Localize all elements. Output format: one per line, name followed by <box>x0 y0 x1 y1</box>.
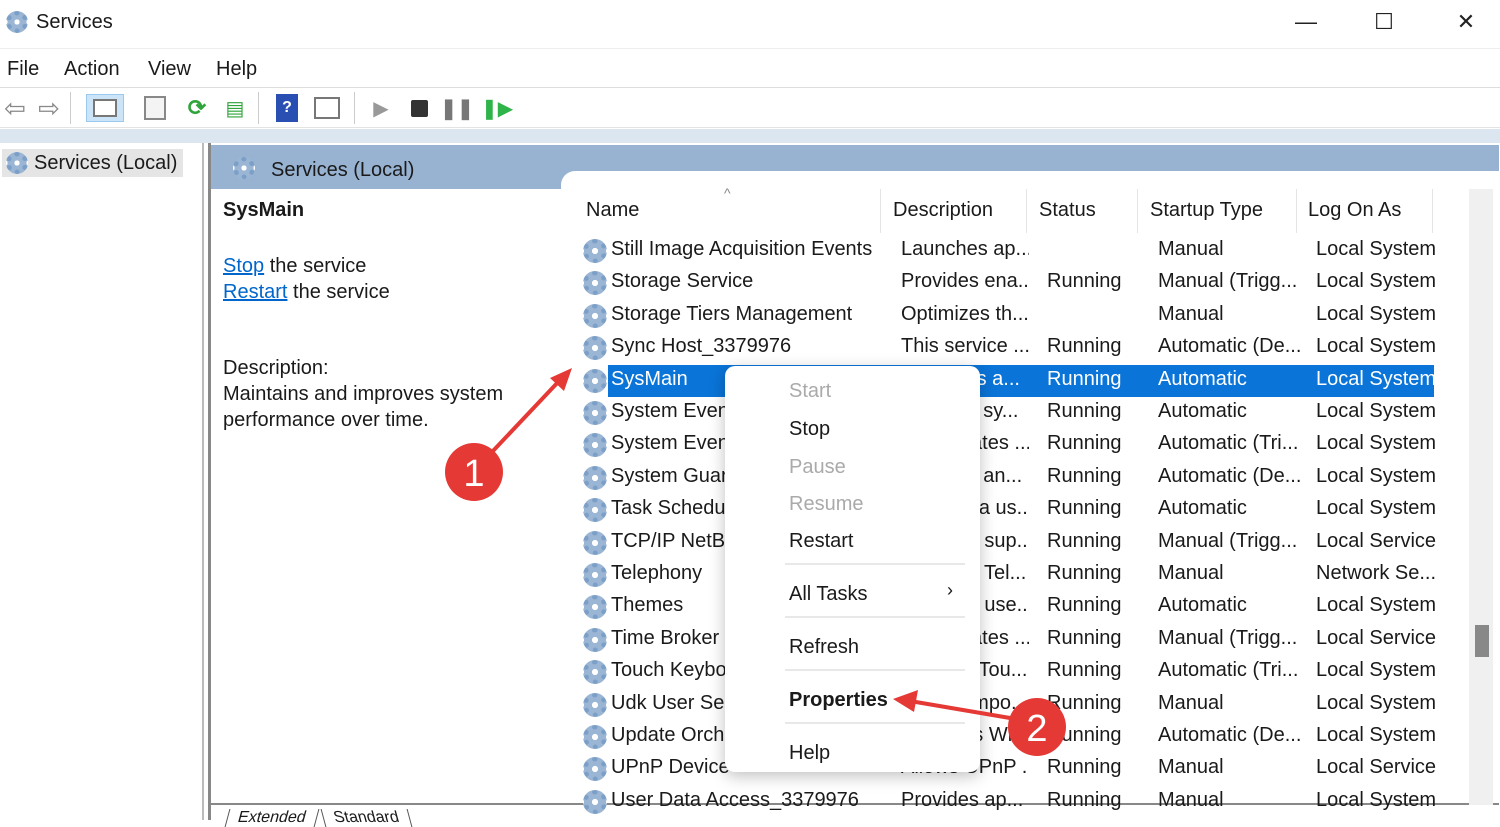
annotation-arrow-2 <box>909 699 1011 720</box>
step-2-number: 2 <box>1026 708 1047 750</box>
step-1-number: 1 <box>463 453 484 495</box>
annotation-layer: 1 2 <box>445 368 1066 756</box>
annotation-arrow-1 <box>490 378 562 454</box>
arrow-head-icon <box>893 690 918 712</box>
